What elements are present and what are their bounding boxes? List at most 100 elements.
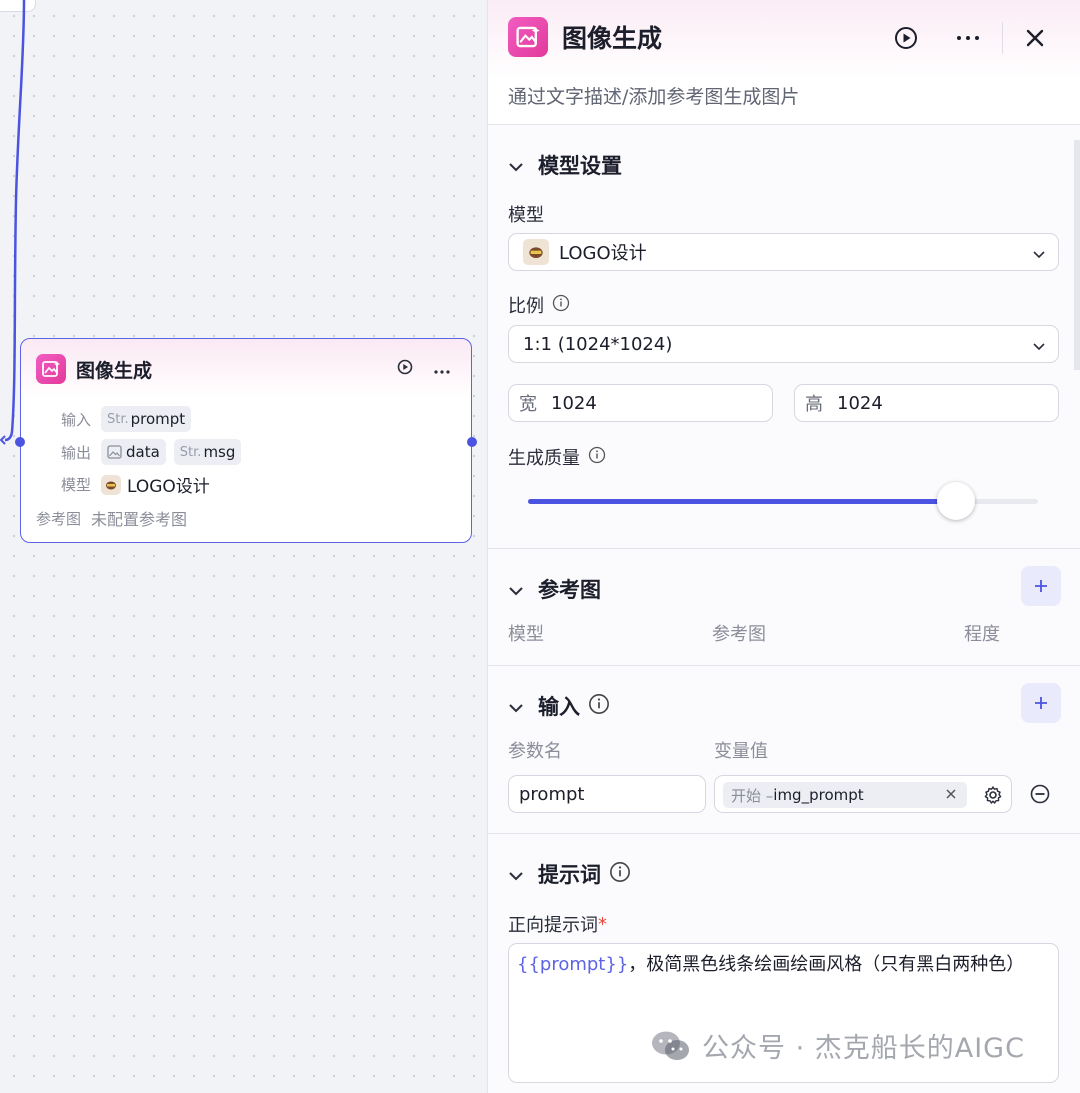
param-name-value: prompt (519, 783, 585, 805)
node-title: 图像生成 (76, 359, 153, 382)
quality-slider[interactable] (528, 482, 1038, 520)
run-icon[interactable] (894, 26, 918, 50)
wechat-icon (650, 1029, 692, 1063)
panel-scrollbar[interactable] (1074, 140, 1080, 370)
required-mark: * (598, 913, 607, 935)
height-value: 1024 (837, 392, 883, 414)
plus-icon (1035, 697, 1047, 709)
model-label: 模型 (508, 205, 544, 226)
section-header[interactable]: 提示词 (508, 859, 631, 889)
node-model-row: 模型 LOGO设计 (35, 472, 210, 497)
column-header: 变量值 (714, 741, 768, 762)
param-name: msg (203, 443, 236, 461)
remove-row-icon[interactable] (1030, 784, 1050, 808)
node-output-row: 输出 data Str. msg (35, 439, 249, 465)
node-input-row: 输入 Str. prompt (35, 406, 199, 432)
variable-chip[interactable]: 开始 – img_prompt (723, 782, 967, 808)
panel-title: 图像生成 (562, 24, 663, 53)
param-tag: data (101, 439, 166, 465)
reference-value: 未配置参考图 (91, 510, 188, 529)
param-name-input[interactable]: prompt (508, 775, 706, 813)
row-label: 模型 (60, 476, 91, 494)
model-settings-section: 模型设置 模型 LOGO设计 比例 1:1 (1024*1024) 宽 1024… (488, 124, 1080, 549)
quality-label-text: 生成质量 (508, 448, 580, 469)
node-reference-row: 参考图 未配置参考图 (35, 506, 187, 530)
chevron-down-icon[interactable] (508, 577, 524, 601)
add-reference-button[interactable] (1021, 566, 1061, 606)
column-header: 参数名 (508, 741, 562, 762)
workflow-canvas[interactable]: 图像生成 输入 Str.prompt 输出 data Str.msg 模型 (0, 0, 487, 1093)
image-generation-icon (36, 354, 66, 384)
section-header[interactable]: 模型设置 (508, 150, 622, 180)
slider-fill (528, 499, 957, 504)
variable-source: 开始 – (731, 786, 774, 805)
column-header: 模型 (508, 624, 544, 645)
row-label: 输出 (60, 443, 91, 462)
positive-prompt-label: 正向提示词 * (508, 911, 607, 937)
info-icon[interactable] (552, 294, 570, 317)
info-icon[interactable] (588, 446, 606, 469)
row-label: 参考图 (35, 509, 81, 528)
chevron-down-icon[interactable] (508, 862, 524, 886)
close-icon[interactable] (1025, 28, 1045, 48)
prompt-text: ，极简黑色线条绘画绘画风格（只有黑白两种色） (628, 954, 1025, 975)
more-icon[interactable] (956, 35, 980, 41)
model-thumbnail-icon (523, 239, 549, 265)
param-tag: Str. prompt (101, 406, 192, 432)
image-icon (107, 445, 122, 459)
section-title: 参考图 (538, 578, 601, 602)
width-input[interactable]: 宽 1024 (508, 384, 773, 422)
model-thumbnail-icon (101, 474, 121, 495)
section-title: 提示词 (538, 863, 601, 887)
panel-header: 图像生成 通过文字描述/添加参考图生成图片 (488, 0, 1080, 125)
column-header: 程度 (964, 624, 1000, 645)
info-icon[interactable] (609, 861, 631, 888)
height-input[interactable]: 高 1024 (794, 384, 1059, 422)
chevron-down-icon (1032, 245, 1046, 266)
header-divider (1002, 22, 1003, 54)
width-value: 1024 (551, 392, 597, 414)
input-port[interactable] (15, 437, 25, 447)
param-name: prompt (130, 410, 186, 428)
remove-variable-icon[interactable] (945, 786, 957, 804)
model-select[interactable]: LOGO设计 (508, 233, 1059, 271)
section-title: 模型设置 (538, 154, 622, 178)
type-prefix: Str. (107, 411, 129, 427)
ratio-select[interactable]: 1:1 (1024*1024) (508, 325, 1059, 363)
chevron-down-icon[interactable] (508, 153, 524, 177)
input-section: 输入 参数名 变量值 prompt 开始 – img_prompt (488, 665, 1080, 834)
image-generation-node[interactable]: 图像生成 输入 Str.prompt 输出 data Str.msg 模型 (15, 338, 477, 543)
ratio-select-value: 1:1 (1024*1024) (523, 333, 673, 355)
section-header[interactable]: 输入 (508, 691, 610, 721)
run-icon[interactable] (397, 359, 413, 379)
ratio-label-text: 比例 (508, 296, 544, 317)
settings-gear-icon[interactable] (983, 785, 1003, 810)
column-header: 参考图 (712, 624, 766, 645)
plus-icon (1035, 580, 1047, 592)
panel-description: 通过文字描述/添加参考图生成图片 (508, 86, 800, 108)
quality-label: 生成质量 (508, 444, 606, 470)
height-prefix: 高 (805, 394, 823, 415)
section-header[interactable]: 参考图 (508, 574, 601, 604)
section-title: 输入 (538, 695, 580, 719)
node-config-panel: 图像生成 通过文字描述/添加参考图生成图片 模型设置 模型 LOGO设计 比例 … (487, 0, 1080, 1093)
add-input-button[interactable] (1021, 683, 1061, 723)
type-prefix: Str. (179, 444, 202, 460)
width-prefix: 宽 (519, 394, 537, 415)
output-port[interactable] (467, 437, 477, 447)
chevron-down-icon[interactable] (508, 694, 524, 718)
info-icon[interactable] (588, 693, 610, 720)
row-label: 输入 (60, 410, 91, 429)
more-icon[interactable] (433, 360, 451, 379)
param-name: data (126, 443, 160, 461)
param-tag: Str. msg (173, 439, 242, 465)
variable-value-field[interactable]: 开始 – img_prompt (714, 775, 1012, 813)
chevron-down-icon (1032, 337, 1046, 358)
variable-name: img_prompt (773, 786, 864, 804)
watermark-text: 公众号 · 杰克船长的AIGC (702, 1033, 1025, 1064)
ratio-label: 比例 (508, 292, 570, 318)
prompt-variable-token: {{prompt}} (517, 954, 629, 975)
image-generation-icon (508, 17, 548, 57)
model-value: LOGO设计 (127, 477, 210, 497)
reference-section: 参考图 模型 参考图 程度 (488, 548, 1080, 666)
